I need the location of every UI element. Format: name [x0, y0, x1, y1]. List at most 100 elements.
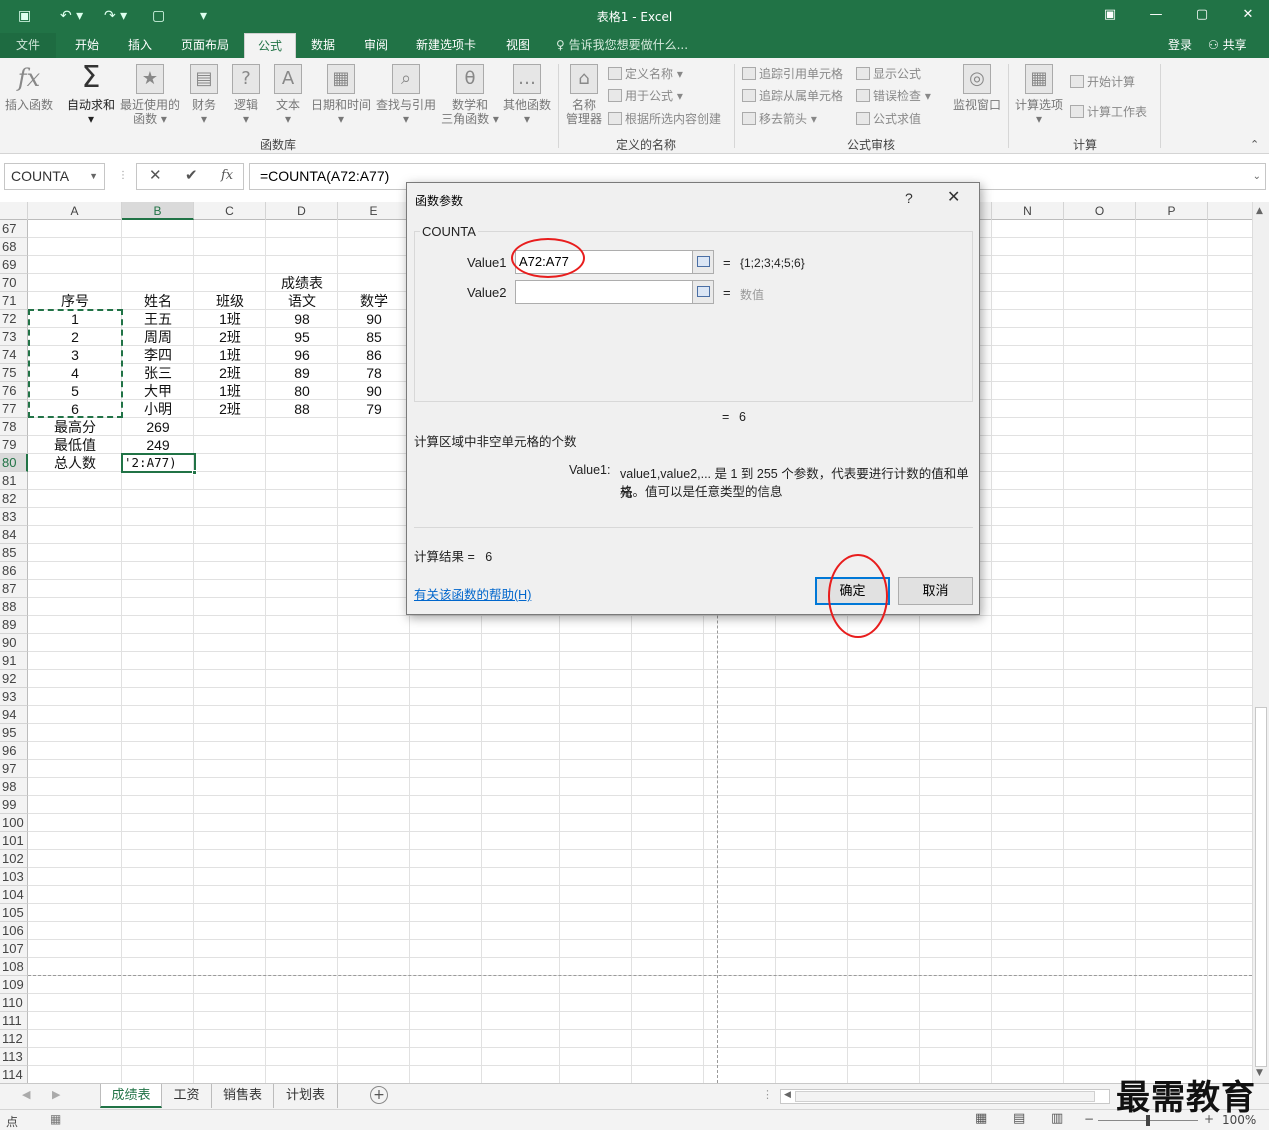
next-sheet-icon[interactable]: ▶: [52, 1088, 60, 1101]
row-header[interactable]: 100: [0, 814, 28, 832]
value2-input[interactable]: [515, 280, 714, 304]
sheet-tab-sales[interactable]: 销售表: [212, 1084, 274, 1108]
close-icon[interactable]: ✕: [1236, 5, 1260, 25]
trace-dependents-button[interactable]: 追踪从属单元格: [742, 88, 843, 104]
table-cell-class[interactable]: 1班: [194, 310, 266, 328]
row-header[interactable]: 83: [0, 508, 28, 526]
row-header[interactable]: 112: [0, 1030, 28, 1048]
cancel-button[interactable]: 取消: [898, 577, 973, 605]
table-cell-math[interactable]: 90: [338, 382, 410, 400]
page-break-view-icon[interactable]: ▥: [1051, 1111, 1063, 1126]
scroll-up-icon[interactable]: ▲: [1256, 206, 1263, 216]
row-header[interactable]: 69: [0, 256, 28, 274]
show-formulas-button[interactable]: 显示公式: [856, 66, 921, 82]
chevron-down-icon[interactable]: ⌄: [1253, 164, 1261, 189]
header-chinese[interactable]: 语文: [266, 292, 338, 310]
lookup-button[interactable]: ⌕ 查找与引用 ▾: [374, 64, 438, 126]
chevron-down-icon[interactable]: ▼: [89, 164, 98, 189]
row-header[interactable]: 85: [0, 544, 28, 562]
create-from-selection-button[interactable]: 根据所选内容创建: [608, 111, 721, 127]
collapse-dialog-icon[interactable]: [692, 281, 713, 303]
row-header[interactable]: 90: [0, 634, 28, 652]
insert-function-button[interactable]: fx 插入函数: [4, 64, 54, 112]
row-header[interactable]: 80: [0, 454, 28, 472]
autosum-button[interactable]: Σ 自动求和 ▾: [64, 63, 118, 127]
tab-view[interactable]: 视图: [494, 33, 542, 58]
collapse-dialog-icon[interactable]: [692, 251, 713, 273]
name-box[interactable]: COUNTA ▼: [4, 163, 105, 190]
help-icon[interactable]: ?: [905, 190, 913, 206]
math-trig-button[interactable]: θ 数学和 三角函数 ▾: [440, 64, 500, 126]
more-functions-button[interactable]: … 其他函数 ▾: [500, 64, 554, 126]
row-header[interactable]: 84: [0, 526, 28, 544]
fx-icon[interactable]: fx: [221, 168, 233, 183]
table-cell-chinese[interactable]: 96: [266, 346, 338, 364]
prev-sheet-icon[interactable]: ◀: [22, 1088, 30, 1101]
table-cell-class[interactable]: 2班: [194, 328, 266, 346]
row-header[interactable]: 86: [0, 562, 28, 580]
error-checking-button[interactable]: 错误检查 ▾: [856, 88, 931, 104]
column-header-o[interactable]: O: [1064, 202, 1136, 220]
table-cell-class[interactable]: 1班: [194, 346, 266, 364]
tab-review[interactable]: 审阅: [352, 33, 400, 58]
table-cell-name[interactable]: 周周: [122, 328, 194, 346]
tab-data[interactable]: 数据: [298, 33, 348, 58]
row-header[interactable]: 94: [0, 706, 28, 724]
summary-label-count[interactable]: 总人数: [28, 454, 122, 472]
cancel-icon[interactable]: ✕: [149, 166, 162, 184]
row-header[interactable]: 93: [0, 688, 28, 706]
row-header[interactable]: 101: [0, 832, 28, 850]
header-class[interactable]: 班级: [194, 292, 266, 310]
row-header[interactable]: 108: [0, 958, 28, 976]
row-header[interactable]: 109: [0, 976, 28, 994]
logical-button[interactable]: ? 逻辑 ▾: [228, 64, 264, 126]
row-header[interactable]: 70: [0, 274, 28, 292]
row-header[interactable]: 81: [0, 472, 28, 490]
login-link[interactable]: 登录: [1168, 33, 1192, 58]
collapse-ribbon-icon[interactable]: ⌃: [1250, 138, 1259, 151]
summary-label-min[interactable]: 最低值: [28, 436, 122, 454]
fill-handle[interactable]: [192, 470, 197, 475]
function-help-link[interactable]: 有关该函数的帮助(H): [414, 584, 531, 603]
scroll-left-icon[interactable]: ◀: [784, 1090, 791, 1100]
row-header[interactable]: 96: [0, 742, 28, 760]
table-title[interactable]: 成绩表: [194, 274, 410, 292]
tab-home[interactable]: 开始: [62, 33, 112, 58]
horizontal-scrollbar-thumb[interactable]: [795, 1091, 1095, 1102]
financial-button[interactable]: ▤ 财务 ▾: [186, 64, 222, 126]
column-header-c[interactable]: C: [194, 202, 266, 220]
calc-now-button[interactable]: 开始计算: [1070, 74, 1135, 90]
table-cell-name[interactable]: 小明: [122, 400, 194, 418]
close-icon[interactable]: ✕: [947, 187, 960, 207]
name-manager-button[interactable]: ⌂ 名称 管理器: [562, 64, 606, 126]
column-header-n[interactable]: N: [992, 202, 1064, 220]
table-cell-math[interactable]: 86: [338, 346, 410, 364]
use-in-formula-button[interactable]: 用于公式 ▾: [608, 88, 683, 104]
tab-insert[interactable]: 插入: [115, 33, 165, 58]
table-cell-class[interactable]: 2班: [194, 364, 266, 382]
row-header[interactable]: 98: [0, 778, 28, 796]
sheet-tab-plan[interactable]: 计划表: [274, 1084, 338, 1108]
row-header[interactable]: 103: [0, 868, 28, 886]
column-header-a[interactable]: A: [28, 202, 122, 220]
macro-record-icon[interactable]: ▦: [50, 1112, 61, 1126]
tab-split-handle-icon[interactable]: ⋮: [762, 1088, 773, 1101]
table-cell-chinese[interactable]: 89: [266, 364, 338, 382]
header-name[interactable]: 姓名: [122, 292, 194, 310]
zoom-out-icon[interactable]: −: [1084, 1112, 1094, 1126]
row-header[interactable]: 113: [0, 1048, 28, 1066]
horizontal-scrollbar[interactable]: ◀: [780, 1089, 1110, 1104]
row-header[interactable]: 106: [0, 922, 28, 940]
row-header[interactable]: 111: [0, 1012, 28, 1030]
row-header[interactable]: 73: [0, 328, 28, 346]
share-button[interactable]: ⚇ 共享: [1208, 33, 1247, 58]
table-cell-math[interactable]: 78: [338, 364, 410, 382]
summary-label-max[interactable]: 最高分: [28, 418, 122, 436]
remove-arrows-button[interactable]: 移去箭头 ▾: [742, 111, 817, 127]
table-cell-class[interactable]: 1班: [194, 382, 266, 400]
header-math[interactable]: 数学: [338, 292, 410, 310]
row-header[interactable]: 88: [0, 598, 28, 616]
row-header[interactable]: 102: [0, 850, 28, 868]
recent-functions-button[interactable]: ★ 最近使用的 函数 ▾: [118, 64, 182, 126]
row-header[interactable]: 114: [0, 1066, 28, 1083]
